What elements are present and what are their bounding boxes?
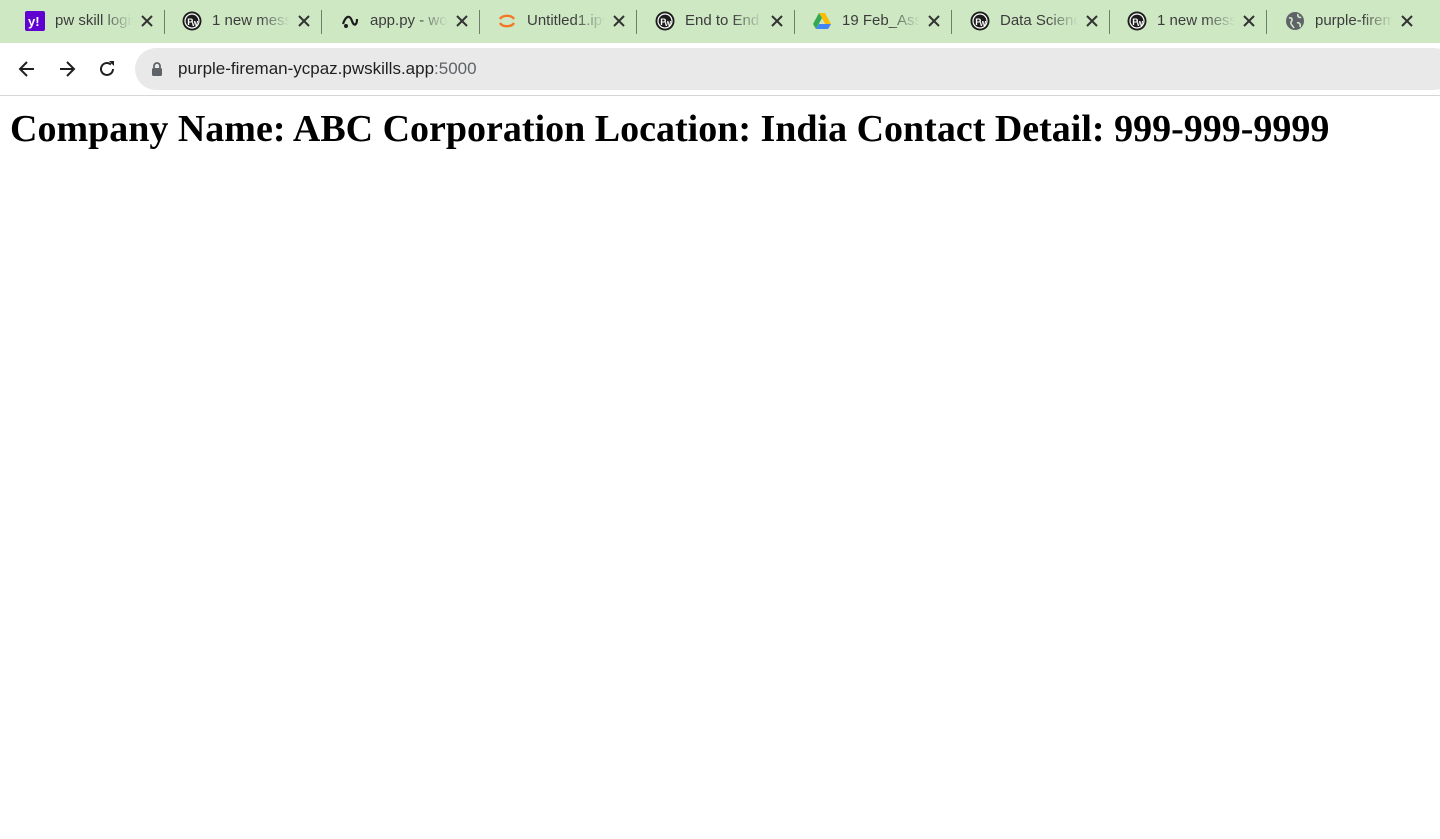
close-icon[interactable] <box>1084 13 1100 29</box>
yahoo-icon: y! <box>25 11 45 31</box>
browser-tab[interactable]: PW Data Science <box>953 0 1110 43</box>
browser-tab[interactable]: app.py - workspace <box>323 0 480 43</box>
browser-tab[interactable]: PW End to End <box>638 0 795 43</box>
browser-tab[interactable]: y! pw skill login <box>8 0 165 43</box>
browser-tab[interactable]: 19 Feb_Assignment <box>795 0 952 43</box>
svg-text:W: W <box>980 21 987 28</box>
close-icon[interactable] <box>769 13 785 29</box>
svg-text:W: W <box>192 21 199 28</box>
reload-icon <box>100 61 114 76</box>
tab-title: purple-fireman <box>1315 12 1393 29</box>
address-bar[interactable]: purple-fireman-ycpaz.pwskills.app:5000 <box>135 48 1440 90</box>
tab-title: Data Science <box>1000 12 1078 29</box>
tab-separator <box>321 10 322 34</box>
tab-strip: y! pw skill login PW 1 new message app.p… <box>0 0 1440 43</box>
browser-tab[interactable]: PW 1 new message <box>165 0 322 43</box>
globe-icon <box>1285 11 1305 31</box>
tab-title: 1 new message <box>1157 12 1235 29</box>
tab-separator <box>636 10 637 34</box>
tab-title: Untitled1.ipynb <box>527 12 605 29</box>
close-icon[interactable] <box>139 13 155 29</box>
url-host: purple-fireman-ycpaz.pwskills.app <box>178 59 435 78</box>
close-icon[interactable] <box>1241 13 1257 29</box>
browser-toolbar: purple-fireman-ycpaz.pwskills.app:5000 <box>0 43 1440 96</box>
vscode-like-icon <box>340 11 360 31</box>
svg-text:W: W <box>1137 21 1144 28</box>
pw-logo-icon: PW <box>655 11 675 31</box>
pw-logo-icon: PW <box>1127 11 1147 31</box>
tab-title: pw skill login <box>55 12 133 29</box>
url-text[interactable]: purple-fireman-ycpaz.pwskills.app:5000 <box>178 59 477 79</box>
url-port: :5000 <box>434 59 477 78</box>
tab-title: app.py - workspace <box>370 12 448 29</box>
close-icon[interactable] <box>1399 13 1415 29</box>
browser-tab[interactable]: PW 1 new message <box>1110 0 1267 43</box>
arrow-right-icon <box>60 61 76 77</box>
jupyter-icon <box>497 11 517 31</box>
tab-separator <box>951 10 952 34</box>
tab-separator <box>1266 10 1267 34</box>
page-heading: Company Name: ABC Corporation Location: … <box>10 108 1330 150</box>
close-icon[interactable] <box>926 13 942 29</box>
lock-icon[interactable] <box>151 61 163 77</box>
browser-tab[interactable]: Untitled1.ipynb <box>480 0 637 43</box>
forward-button[interactable] <box>53 55 81 83</box>
tab-title: 19 Feb_Assignment <box>842 12 920 29</box>
pw-logo-icon: PW <box>970 11 990 31</box>
svg-text:y!: y! <box>28 14 40 29</box>
close-icon[interactable] <box>296 13 312 29</box>
back-button[interactable] <box>13 55 41 83</box>
tab-title: 1 new message <box>212 12 290 29</box>
tab-title: End to End <box>685 12 760 29</box>
page-content: Company Name: ABC Corporation Location: … <box>0 97 1440 839</box>
close-icon[interactable] <box>611 13 627 29</box>
svg-text:W: W <box>665 21 672 28</box>
close-icon[interactable] <box>454 13 470 29</box>
google-drive-icon <box>812 11 832 31</box>
browser-tab-active[interactable]: purple-fireman <box>1268 0 1425 43</box>
reload-button[interactable] <box>93 55 121 83</box>
arrow-left-icon <box>18 61 34 77</box>
pw-logo-icon: PW <box>182 11 202 31</box>
